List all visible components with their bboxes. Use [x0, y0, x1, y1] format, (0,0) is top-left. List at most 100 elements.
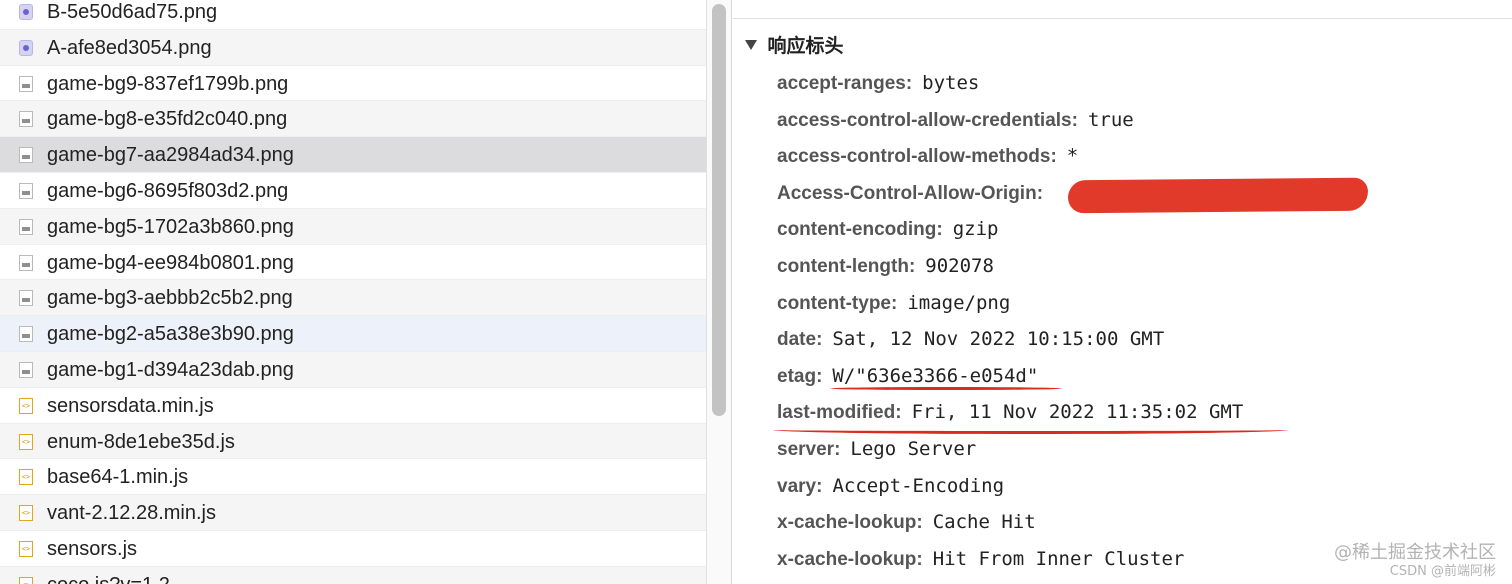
header-name: access-control-allow-credentials [777, 109, 1072, 131]
file-list-item[interactable]: game-bg9-837ef1799b.png [0, 66, 706, 102]
file-list-item[interactable]: coco.js?v=1.2 [0, 566, 706, 584]
header-row: content-length: 902078 [777, 253, 994, 279]
file-list-item[interactable]: base64-1.min.js [0, 459, 706, 496]
section-title: 响应标头 [767, 35, 844, 57]
file-name: coco.js?v=1.2 [47, 574, 170, 584]
script-file-icon [19, 576, 33, 584]
file-list-item[interactable]: enum-8de1ebe35d.js [0, 423, 706, 460]
file-name: game-bg9-837ef1799b.png [47, 72, 289, 95]
header-colon: : [1050, 146, 1057, 168]
header-row: content-type: image/png [777, 290, 1010, 316]
header-name: last-modified [777, 402, 896, 424]
header-row: date: Sat, 12 Nov 2022 10:15:00 GMT [777, 326, 1164, 352]
last-modified-annotation-underline [773, 426, 1288, 434]
header-colon: : [1071, 109, 1078, 131]
file-name: vant-2.12.28.min.js [47, 502, 216, 525]
header-row: content-encoding: gzip [777, 216, 998, 242]
file-list-item[interactable]: game-bg2-a5a38e3b90.png [0, 316, 706, 352]
header-row: x-cache-lookup: Cache Hit [777, 509, 1036, 535]
header-colon: : [895, 402, 902, 424]
redaction-scribble [1067, 177, 1369, 214]
header-value: * [1066, 145, 1079, 168]
image-file-icon [19, 218, 33, 235]
header-name: accept-ranges [777, 73, 906, 94]
script-file-icon [19, 469, 33, 486]
script-file-icon [19, 433, 33, 450]
watermark: @稀土掘金技术社区 CSDN @前端阿彬 [1334, 542, 1496, 580]
header-name: date [777, 329, 817, 351]
watermark-line1: @稀土掘金技术社区 [1334, 542, 1496, 563]
file-list-item[interactable]: game-bg3-aebbb2c5b2.png [0, 280, 706, 317]
section-divider [733, 18, 1512, 19]
file-list-item[interactable]: game-bg4-ee984b0801.png [0, 245, 706, 281]
network-file-list: B-5e50d6ad75.png A-afe8ed3054.png game-bg9… [0, 0, 706, 584]
file-name: game-bg2-a5a38e3b90.png [47, 323, 294, 346]
font-file-icon [19, 39, 33, 56]
file-name: game-bg8-e35fd2c040.png [47, 108, 288, 131]
file-name: game-bg4-ee984b0801.png [47, 251, 294, 274]
headers-panel: 响应标头 accept-ranges: bytes access-control-a… [733, 0, 1512, 584]
script-file-icon [19, 505, 33, 522]
file-list-item[interactable]: sensorsdata.min.js [0, 388, 706, 424]
file-name: game-bg3-aebbb2c5b2.png [47, 287, 293, 310]
header-row: Access-Control-Allow-Origin: [777, 180, 1053, 206]
header-name: x-cache-lookup [777, 548, 917, 570]
header-name: etag [777, 365, 817, 387]
header-name: Access-Control-Allow-Origin [777, 182, 1037, 204]
file-list-item[interactable]: game-bg5-1702a3b860.png [0, 208, 706, 245]
header-colon: : [834, 439, 841, 460]
header-value: 902078 [925, 255, 994, 277]
file-name: sensorsdata.min.js [47, 394, 214, 417]
header-name: content-type [777, 292, 891, 314]
file-name: enum-8de1ebe35d.js [47, 430, 235, 453]
header-name: access-control-allow-methods [777, 146, 1051, 168]
script-file-icon [19, 397, 33, 414]
file-name: game-bg7-aa2984ad34.png [47, 144, 294, 167]
header-value: Fri, 11 Nov 2022 11:35:02 GMT [911, 401, 1244, 424]
header-value: bytes [922, 72, 980, 94]
file-list-scrollbar[interactable] [706, 0, 732, 584]
header-value: gzip [952, 218, 999, 241]
header-value: true [1087, 108, 1134, 131]
file-list-item[interactable]: game-bg7-aa2984ad34.png [0, 137, 706, 173]
header-colon: : [936, 219, 943, 241]
header-name: vary [777, 475, 817, 497]
header-colon: : [916, 548, 923, 570]
file-list-item[interactable]: sensors.js [0, 531, 706, 567]
header-colon: : [891, 292, 898, 314]
file-name: sensors.js [47, 537, 138, 560]
header-value: W/"636e3366-e054d" [832, 364, 1039, 387]
header-name: x-cache-lookup [777, 512, 917, 534]
file-name: game-bg1-d394a23dab.png [47, 358, 294, 381]
header-colon: : [816, 365, 823, 387]
header-colon: : [816, 329, 823, 351]
header-value: Hit From Inner Cluster [932, 547, 1185, 570]
file-name: A-afe8ed3054.png [47, 36, 212, 59]
file-list-item[interactable]: game-bg6-8695f803d2.png [0, 173, 706, 209]
file-list-item[interactable]: B-5e50d6ad75.png [0, 0, 706, 30]
header-colon: : [905, 73, 913, 94]
header-colon: : [908, 256, 916, 277]
file-list-item[interactable]: A-afe8ed3054.png [0, 29, 706, 66]
collapse-triangle-icon[interactable] [745, 39, 757, 50]
file-list-scroll-thumb[interactable] [712, 4, 726, 416]
header-colon: : [916, 512, 923, 534]
header-row: vary: Accept-Encoding [777, 473, 1004, 499]
file-list-item[interactable]: game-bg8-e35fd2c040.png [0, 101, 706, 138]
header-value: Accept-Encoding [832, 474, 1005, 497]
response-headers-section[interactable]: 响应标头 [745, 31, 844, 57]
header-value: Lego Server [850, 438, 977, 460]
header-value: Cache Hit [932, 511, 1036, 534]
header-name: content-encoding [777, 219, 937, 241]
file-list-item[interactable]: vant-2.12.28.min.js [0, 495, 706, 531]
header-name: content-length [777, 256, 909, 277]
header-row: etag: W/"636e3366-e054d" [777, 363, 1038, 389]
script-file-icon [19, 540, 33, 557]
image-file-icon [19, 182, 33, 199]
file-list-item[interactable]: game-bg1-d394a23dab.png [0, 351, 706, 388]
image-file-icon [19, 254, 33, 271]
header-colon: : [1036, 182, 1044, 204]
header-colon: : [816, 475, 823, 497]
header-row: accept-ranges: bytes [777, 70, 979, 96]
file-name: base64-1.min.js [47, 466, 189, 489]
